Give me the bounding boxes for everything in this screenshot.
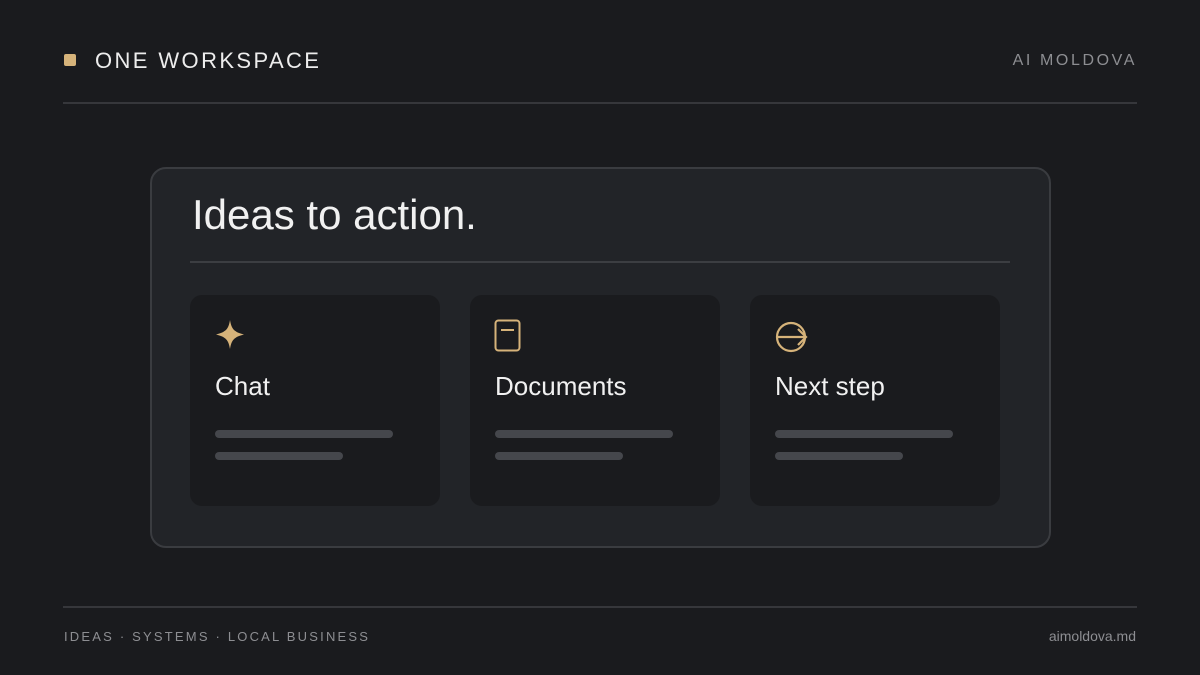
sparkle-icon bbox=[216, 320, 244, 349]
placeholder-line bbox=[775, 430, 953, 438]
footer-tagline: IDEAS · SYSTEMS · LOCAL BUSINESS bbox=[64, 629, 371, 644]
footer-divider bbox=[63, 606, 1137, 608]
placeholder-line bbox=[215, 452, 343, 460]
brand-square-icon bbox=[64, 54, 76, 66]
document-icon bbox=[494, 319, 521, 352]
placeholder-line bbox=[215, 430, 393, 438]
arrow-circle-icon bbox=[775, 321, 808, 353]
card-chat[interactable]: Chat bbox=[190, 295, 440, 506]
placeholder-line bbox=[495, 430, 673, 438]
card-next-step[interactable]: Next step bbox=[750, 295, 1000, 506]
header: ONE WORKSPACE AI MOLDOVA bbox=[64, 40, 1137, 82]
main-panel: Ideas to action. Chat Documents Next ste… bbox=[150, 167, 1051, 548]
header-divider bbox=[63, 102, 1137, 104]
headline: Ideas to action. bbox=[192, 191, 477, 238]
placeholder-line bbox=[495, 452, 623, 460]
org-name: AI MOLDOVA bbox=[1012, 52, 1137, 69]
panel-divider bbox=[190, 261, 1010, 263]
card-title: Next step bbox=[775, 371, 885, 401]
card-title: Chat bbox=[215, 371, 270, 401]
placeholder-line bbox=[775, 452, 903, 460]
card-documents[interactable]: Documents bbox=[470, 295, 720, 506]
card-title: Documents bbox=[495, 371, 627, 401]
footer-website[interactable]: aimoldova.md bbox=[1049, 628, 1136, 644]
header-title: ONE WORKSPACE bbox=[95, 48, 322, 73]
